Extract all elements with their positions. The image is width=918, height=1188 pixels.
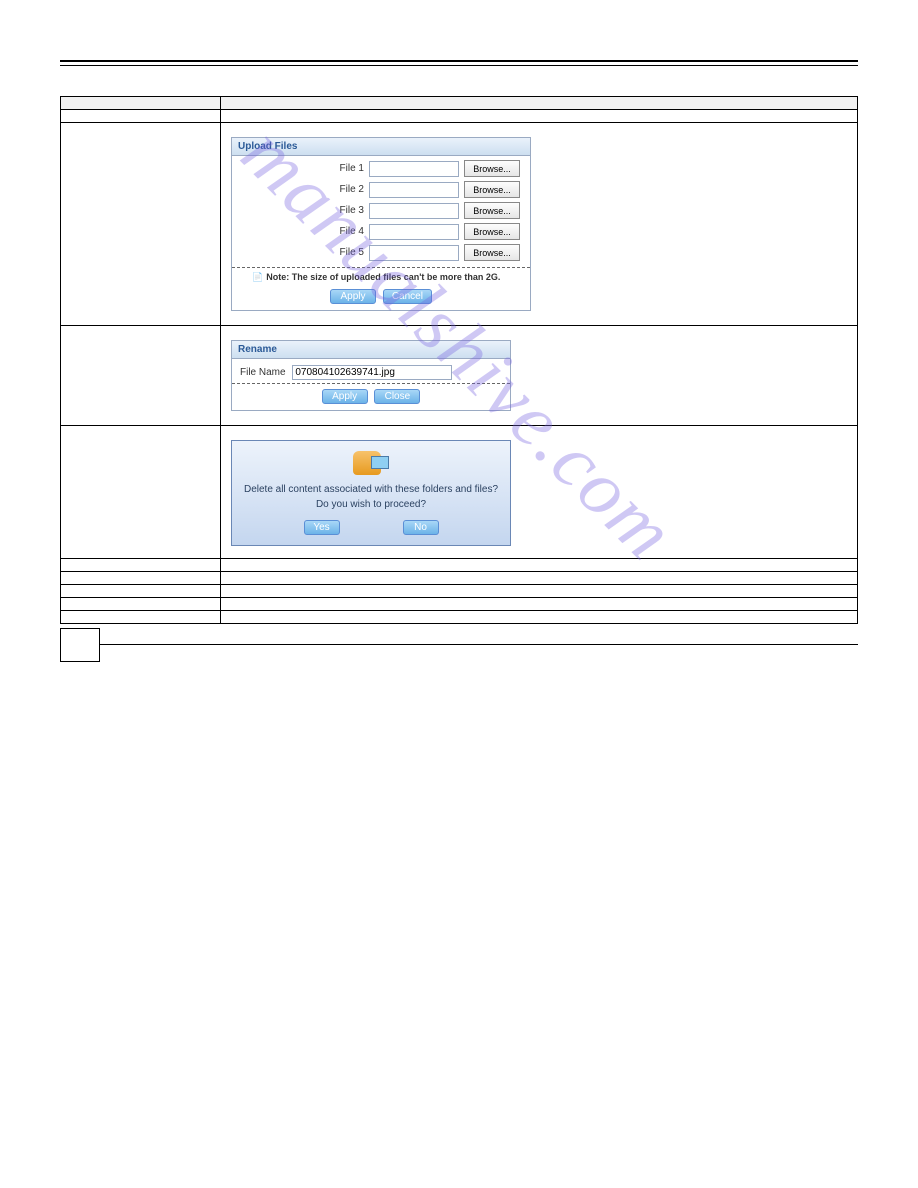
browse-button[interactable]: Browse... (464, 202, 520, 219)
row-desc: Delete all content associated with these… (221, 426, 858, 559)
table-row (61, 572, 858, 585)
apply-button[interactable]: Apply (322, 389, 368, 404)
upload-note: Note: The size of uploaded files can't b… (232, 267, 530, 285)
definitions-table: Upload Files File 1 Browse... File 2 Bro… (60, 96, 858, 624)
row-label (61, 110, 221, 123)
row-label (61, 426, 221, 559)
apply-button[interactable]: Apply (330, 289, 376, 304)
table-row (61, 110, 858, 123)
row-desc (221, 559, 858, 572)
row-label (61, 559, 221, 572)
header-rule-thick (60, 60, 858, 62)
row-label (61, 326, 221, 426)
delete-icon (232, 441, 510, 482)
row-desc: Rename File Name Apply Close (221, 326, 858, 426)
browse-button[interactable]: Browse... (464, 223, 520, 240)
rename-field-label: File Name (240, 367, 286, 378)
browse-button[interactable]: Browse... (464, 181, 520, 198)
row-desc (221, 110, 858, 123)
file-5-input[interactable] (369, 245, 459, 261)
table-row (61, 585, 858, 598)
header-rule-thin (60, 65, 858, 66)
table-row: Rename File Name Apply Close (61, 326, 858, 426)
row-desc: Upload Files File 1 Browse... File 2 Bro… (221, 123, 858, 326)
col-desc-header (221, 97, 858, 110)
rename-panel-title: Rename (232, 341, 510, 359)
file-label: File 5 (340, 247, 364, 258)
upload-files-panel: Upload Files File 1 Browse... File 2 Bro… (231, 137, 531, 311)
confirm-line1: Delete all content associated with these… (242, 482, 500, 497)
row-label (61, 598, 221, 611)
file-label: File 1 (340, 163, 364, 174)
delete-confirm-dialog: Delete all content associated with these… (231, 440, 511, 546)
table-row (61, 598, 858, 611)
file-3-input[interactable] (369, 203, 459, 219)
row-desc (221, 598, 858, 611)
rename-input[interactable] (292, 365, 452, 380)
yes-button[interactable]: Yes (304, 520, 340, 535)
page-number-box (60, 628, 100, 662)
file-label: File 3 (340, 205, 364, 216)
col-label-header (61, 97, 221, 110)
row-desc (221, 572, 858, 585)
row-desc (221, 585, 858, 598)
no-button[interactable]: No (403, 520, 439, 535)
table-row (61, 611, 858, 624)
close-button[interactable]: Close (374, 389, 420, 404)
table-row (61, 559, 858, 572)
table-row: Upload Files File 1 Browse... File 2 Bro… (61, 123, 858, 326)
file-label: File 4 (340, 226, 364, 237)
rename-panel: Rename File Name Apply Close (231, 340, 511, 411)
page-footer (60, 644, 858, 645)
file-1-input[interactable] (369, 161, 459, 177)
row-label (61, 123, 221, 326)
row-label (61, 585, 221, 598)
browse-button[interactable]: Browse... (464, 160, 520, 177)
row-label (61, 572, 221, 585)
file-label: File 2 (340, 184, 364, 195)
row-desc (221, 611, 858, 624)
table-row: Delete all content associated with these… (61, 426, 858, 559)
cancel-button[interactable]: Cancel (383, 289, 432, 304)
upload-panel-title: Upload Files (232, 138, 530, 156)
file-4-input[interactable] (369, 224, 459, 240)
row-label (61, 611, 221, 624)
browse-button[interactable]: Browse... (464, 244, 520, 261)
file-2-input[interactable] (369, 182, 459, 198)
confirm-line2: Do you wish to proceed? (242, 497, 500, 512)
